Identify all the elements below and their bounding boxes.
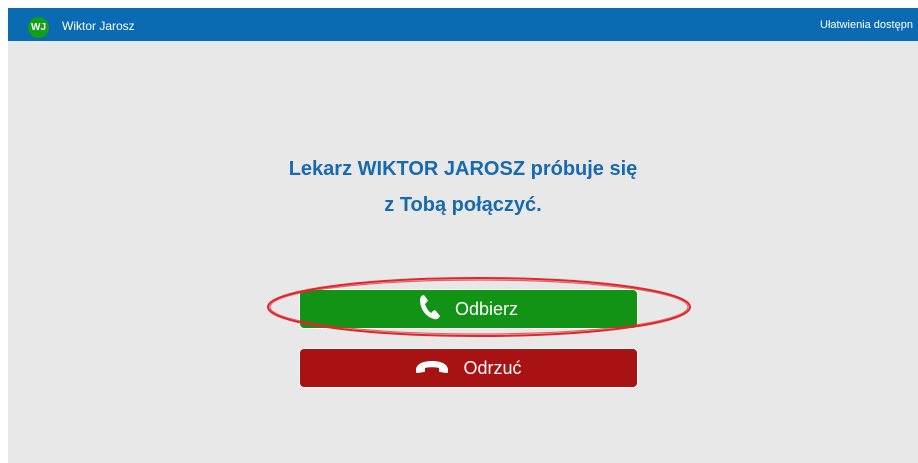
app-frame: WJ Wiktor Jarosz Ułatwienia dostępn Leka…	[8, 8, 918, 463]
accept-call-label: Odbierz	[454, 298, 519, 319]
avatar[interactable]: WJ	[28, 17, 49, 38]
call-message-line-1: Lekarz WIKTOR JAROSZ próbuje się	[288, 158, 638, 180]
accept-call-button[interactable]: Odbierz	[299, 289, 638, 329]
reject-call-button[interactable]: Odrzuć	[299, 348, 638, 388]
accessibility-link[interactable]: Ułatwienia dostępn	[820, 19, 913, 31]
user-name[interactable]: Wiktor Jarosz	[62, 19, 135, 33]
top-bar: WJ Wiktor Jarosz Ułatwienia dostępn	[8, 8, 918, 41]
reject-call-label: Odrzuć	[463, 357, 522, 378]
hang-up-icon	[415, 358, 449, 379]
phone-icon	[419, 294, 441, 325]
call-message-line-2: z Tobą połączyć.	[384, 194, 542, 216]
